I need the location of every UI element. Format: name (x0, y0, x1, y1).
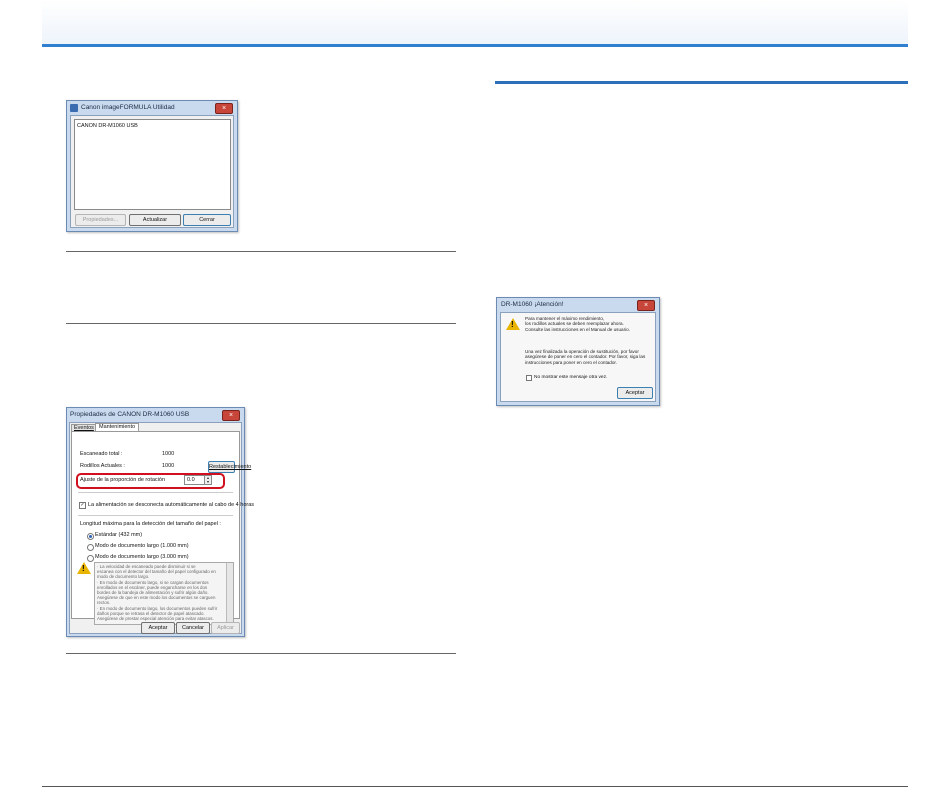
properties-dialog-body: Eventos Mantenimiento Escaneado total : … (69, 422, 254, 634)
notice-line: Asegúrese de prestar especial atención p… (97, 616, 214, 622)
dont-show-label: No mostrar este mensaje otra vez. (534, 375, 608, 380)
page-header (42, 0, 908, 44)
warning-dialog-body: ! Para mantener el máximo rendimiento, lo… (500, 312, 656, 402)
utility-dialog: Canon imageFORMULA Utilidad × CANON DR-M… (66, 100, 238, 232)
divider (78, 515, 233, 516)
device-list[interactable]: CANON DR-M1060 USB (74, 119, 231, 210)
warning-instructions: Una vez finalizada la operación de susti… (525, 349, 645, 365)
close-icon[interactable]: × (222, 410, 240, 421)
section-rule-2 (66, 323, 456, 324)
low-power-label: La alimentación se desconecta automática… (88, 502, 255, 508)
notice-text: · La velocidad de escaneado puede dismin… (97, 564, 223, 621)
retard-label: Ajuste de la proporción de rotación (80, 477, 165, 483)
footer-rule (42, 786, 908, 787)
current-rollers-label: Rodillos Actuales : (80, 463, 125, 469)
utility-dialog-body: CANON DR-M1060 USB Propiedades... Actual… (70, 115, 234, 228)
current-rollers-value: 1000 (162, 463, 175, 469)
tab-panel: Escaneado total : 1000 Rodillos Actuales… (71, 431, 254, 625)
dont-show-checkbox[interactable] (526, 375, 532, 381)
warning-dialog-title: DR-M1060 ¡Atención! (501, 301, 564, 308)
notice-line: Asegúrese de que en este modo los docume… (97, 595, 216, 601)
radio-long-1000[interactable] (87, 544, 94, 551)
warning-message: Para mantener el máximo rendimiento, los … (525, 316, 630, 332)
warning-instruction-line: instrucciones para poner en cero el cont… (525, 359, 617, 365)
radio-standard-label: Estándar (432 mm) (95, 532, 143, 538)
notice-box[interactable]: · La velocidad de escaneado puede dismin… (94, 562, 234, 625)
properties-dialog-title: Propiedades de CANON DR-M1060 USB (70, 411, 190, 418)
low-power-checkbox[interactable]: ✓ (79, 502, 86, 509)
divider (78, 492, 233, 493)
section-rule-1 (66, 251, 456, 252)
warning-exclamation: ! (511, 320, 514, 329)
apply-button[interactable]: Aplicar (211, 622, 240, 634)
accept-button[interactable]: Aceptar (617, 387, 653, 399)
warning-message-line: Consulte las instrucciones en el Manual … (525, 326, 630, 332)
spin-arrows-icon[interactable]: ▴ ▾ (204, 476, 211, 484)
properties-button[interactable]: Propiedades... (75, 214, 126, 226)
close-button[interactable]: Cerrar (183, 214, 231, 226)
device-list-item[interactable]: CANON DR-M1060 USB (77, 123, 138, 130)
section-rule-right (495, 81, 908, 84)
update-button[interactable]: Actualizar (129, 214, 181, 226)
utility-dialog-title: Canon imageFORMULA Utilidad (81, 104, 175, 111)
radio-long-3000-label: Modo de documento largo (3.000 mm) (95, 554, 189, 560)
radio-long-3000[interactable] (87, 555, 94, 562)
retard-value[interactable]: 0.0 (187, 477, 195, 484)
close-icon[interactable]: × (637, 300, 655, 311)
radio-standard[interactable] (87, 533, 94, 540)
warning-exclamation: ! (82, 564, 85, 573)
section-rule-3 (66, 653, 456, 654)
reset-button[interactable]: Restablecimiento (208, 461, 251, 473)
long-doc-group-label: Longitud máxima para la detección del ta… (80, 521, 221, 527)
notice-scrollbar[interactable] (226, 563, 233, 624)
retard-spinbox[interactable]: 0.0 ▴ ▾ (184, 475, 212, 485)
cancel-button[interactable]: Cancelar (176, 622, 210, 634)
warning-dialog: DR-M1060 ¡Atención! × ! Para mantener el… (496, 297, 660, 406)
total-scans-label: Escaneado total : (80, 451, 123, 457)
radio-long-1000-label: Modo de documento largo (1.000 mm) (95, 543, 189, 549)
ok-button[interactable]: Aceptar (141, 622, 175, 634)
close-icon[interactable]: × (215, 103, 233, 114)
total-scans-value: 1000 (162, 451, 175, 457)
header-rule (42, 44, 908, 47)
properties-dialog: Propiedades de CANON DR-M1060 USB × Even… (66, 407, 254, 637)
